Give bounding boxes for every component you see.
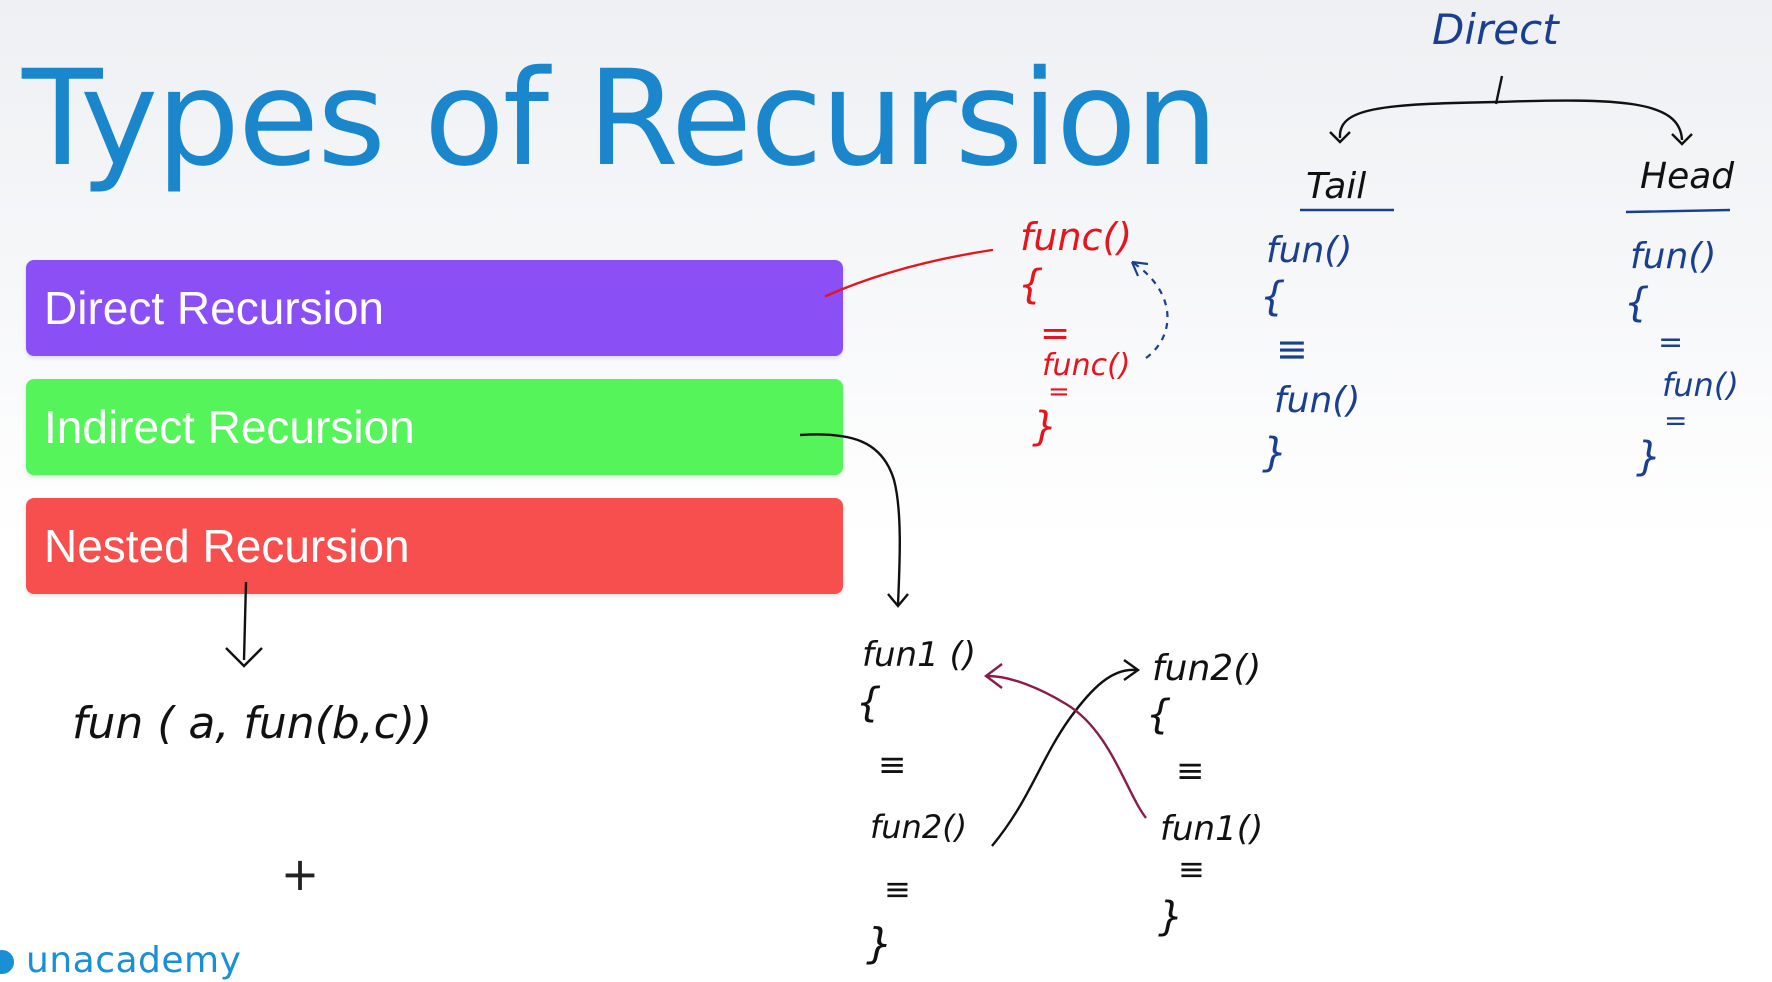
direct-recursion-label: Direct Recursion — [44, 282, 384, 334]
brand-logo-icon — [0, 950, 14, 974]
nested-recursion-label: Nested Recursion — [44, 520, 410, 572]
direct-recursion-bar: Direct Recursion — [26, 260, 843, 356]
brand-wordmark: unacademy — [26, 944, 242, 981]
indirect-recursion-label: Indirect Recursion — [44, 401, 415, 453]
indirect-recursion-bar: Indirect Recursion — [26, 379, 843, 475]
slide-title: Types of Recursion — [22, 42, 1218, 196]
unacademy-logo: unacademy — [0, 944, 260, 982]
nested-recursion-bar: Nested Recursion — [26, 498, 843, 594]
